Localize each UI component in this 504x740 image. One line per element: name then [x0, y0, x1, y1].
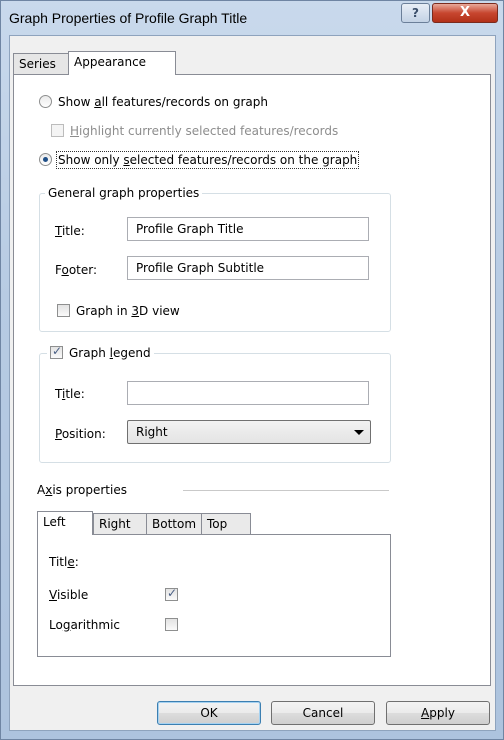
cancel-button[interactable]: Cancel: [271, 701, 375, 725]
legend-title-label: Title:: [55, 387, 85, 401]
legend-position-select[interactable]: Right: [127, 420, 371, 444]
axis-properties-separator: [183, 490, 389, 491]
help-button[interactable]: ?: [401, 3, 430, 23]
legend-position-value: Right: [136, 425, 168, 439]
show-selected-radio-button[interactable]: [39, 153, 52, 166]
graph-3d-checkbox-box[interactable]: [57, 304, 70, 317]
apply-label: pply: [429, 706, 455, 720]
tab-appearance[interactable]: Appearance: [68, 51, 176, 75]
tab-series-label: Series: [19, 57, 56, 71]
graph-footer-input[interactable]: Profile Graph Subtitle: [127, 256, 369, 280]
apply-button[interactable]: Apply: [386, 701, 490, 725]
axis-log-checkbox[interactable]: [165, 618, 178, 631]
axis-log-label: Logarithmic: [49, 618, 121, 632]
legend-checkbox[interactable]: Graph legend: [47, 344, 154, 360]
tab-appearance-label: Appearance: [74, 55, 147, 69]
tab-series[interactable]: Series: [13, 53, 69, 75]
highlight-checkbox-box[interactable]: [51, 124, 64, 137]
axis-visible-checkbox[interactable]: [165, 586, 178, 601]
ok-button[interactable]: OK: [157, 701, 261, 725]
axis-tab-top-label: Top: [207, 517, 228, 531]
close-button[interactable]: X: [432, 3, 498, 23]
legend-group: [39, 353, 391, 463]
axis-tab-right[interactable]: Right: [93, 513, 147, 535]
axis-tab-top[interactable]: Top: [201, 513, 251, 535]
show-all-label: Show all features/records on graph: [58, 95, 268, 109]
axis-panel: [37, 534, 391, 657]
axis-properties-title: Axis properties: [37, 483, 127, 497]
axis-visible-label: Visible: [49, 588, 89, 602]
window-title: Graph Properties of Profile Graph Title: [9, 10, 248, 26]
graph-title-input[interactable]: Profile Graph Title: [127, 217, 369, 241]
highlight-checkbox[interactable]: Highlight currently selected features/re…: [51, 124, 338, 138]
general-properties-title: General graph properties: [45, 186, 203, 200]
highlight-label: Highlight currently selected features/re…: [70, 124, 339, 138]
show-all-radio-button[interactable]: [39, 95, 52, 108]
graph-footer-label: Footer:: [55, 263, 98, 277]
axis-tab-right-label: Right: [99, 517, 131, 531]
axis-title-label: Title:: [49, 555, 79, 569]
graph-3d-label: Graph in 3D view: [76, 304, 180, 318]
axis-tab-bottom[interactable]: Bottom: [146, 513, 202, 535]
legend-checkbox-label: Graph legend: [69, 346, 151, 360]
legend-title-input[interactable]: [127, 381, 369, 405]
title-bar[interactable]: Graph Properties of Profile Graph Title …: [1, 1, 503, 35]
chevron-down-icon: [354, 430, 364, 435]
axis-tab-bottom-label: Bottom: [152, 517, 197, 531]
show-selected-radio[interactable]: Show only selected features/records on t…: [39, 151, 360, 169]
graph-title-label: Title:: [55, 224, 85, 238]
legend-position-label: Position:: [55, 427, 106, 441]
axis-tab-left-label: Left: [43, 515, 66, 529]
graph-3d-checkbox[interactable]: Graph in 3D view: [57, 304, 180, 318]
axis-tab-left[interactable]: Left: [37, 511, 93, 535]
show-all-radio[interactable]: Show all features/records on graph: [39, 95, 268, 109]
close-icon: X: [459, 5, 471, 20]
legend-checkbox-box[interactable]: [50, 344, 63, 359]
show-selected-label: Show only selected features/records on t…: [55, 151, 360, 169]
help-icon: ?: [412, 6, 419, 20]
dialog-window: Graph Properties of Profile Graph Title …: [0, 0, 504, 740]
